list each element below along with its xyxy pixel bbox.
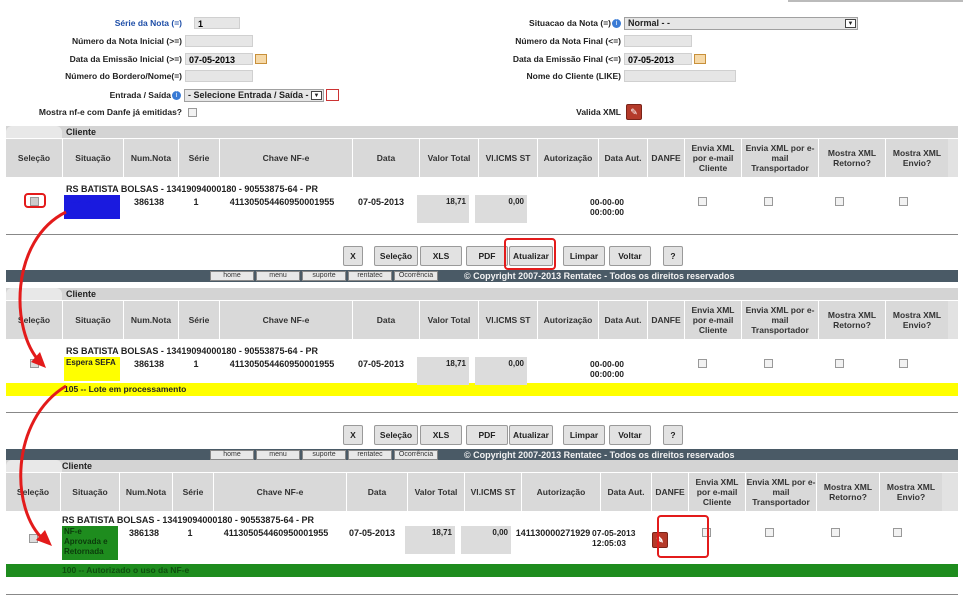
flow-arrows bbox=[18, 210, 67, 546]
